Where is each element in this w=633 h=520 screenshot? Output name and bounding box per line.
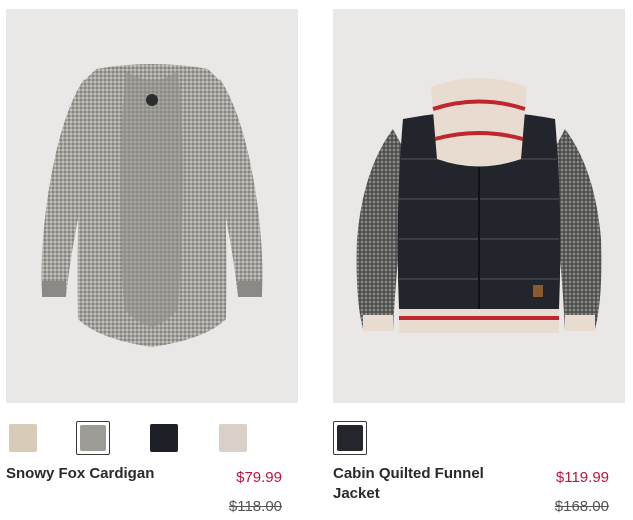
sale-price: $119.99 xyxy=(555,469,609,486)
swatch-oatmeal[interactable] xyxy=(6,421,40,455)
original-price: $168.00 xyxy=(554,498,609,515)
swatch-black[interactable] xyxy=(147,421,181,455)
swatch-cream-heather[interactable] xyxy=(216,421,250,455)
swatch-black-selected[interactable] xyxy=(333,421,367,455)
product-name[interactable]: Snowy Fox Cardigan xyxy=(6,464,186,484)
sale-price: $79.99 xyxy=(236,469,282,486)
product-card-snowy-fox-cardigan[interactable]: Snowy Fox Cardigan $79.99 $118.00 xyxy=(6,9,298,515)
product-name[interactable]: Cabin Quilted Funnel Jacket xyxy=(333,464,513,504)
color-swatches xyxy=(333,421,625,461)
product-image-cardigan[interactable] xyxy=(6,9,298,403)
color-swatches xyxy=(6,421,298,461)
product-image-jacket[interactable] xyxy=(333,9,625,403)
product-card-cabin-quilted-funnel-jacket[interactable]: Cabin Quilted Funnel Jacket $119.99 $168… xyxy=(333,9,625,515)
cardigan-illustration xyxy=(41,64,263,347)
original-price: $118.00 xyxy=(228,498,282,515)
swatch-grey-mix-selected[interactable] xyxy=(76,421,110,455)
jacket-illustration xyxy=(356,78,602,333)
